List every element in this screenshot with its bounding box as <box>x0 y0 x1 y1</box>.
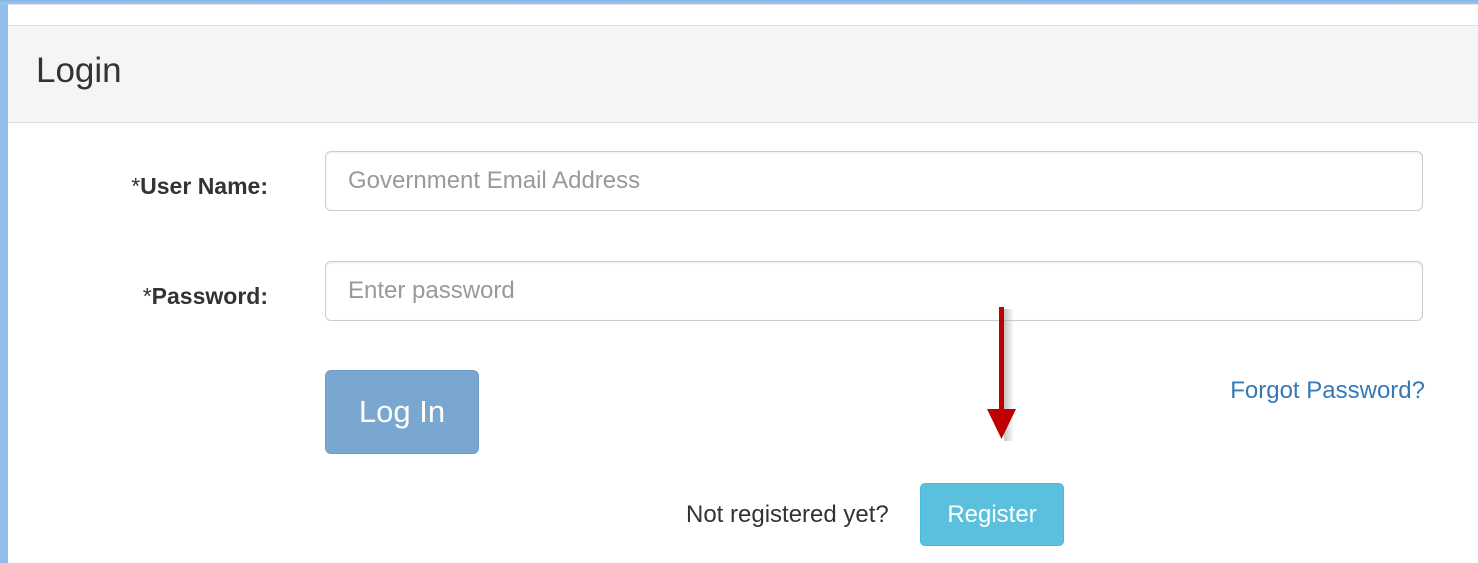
login-button[interactable]: Log In <box>325 370 479 454</box>
username-required-mark: * <box>131 173 141 199</box>
username-label: *User Name: <box>131 173 268 200</box>
login-panel: Login *User Name: *Password: Log In Forg… <box>8 4 1478 563</box>
window-frame: Login *User Name: *Password: Log In Forg… <box>0 0 1478 563</box>
password-required-mark: * <box>142 283 152 309</box>
password-input[interactable] <box>325 261 1423 321</box>
forgot-password-link[interactable]: Forgot Password? <box>1230 377 1425 405</box>
panel-header <box>8 25 1478 123</box>
register-prompt: Not registered yet? <box>686 501 889 528</box>
password-label-text: Password: <box>151 283 268 309</box>
username-input[interactable] <box>325 151 1423 211</box>
register-button[interactable]: Register <box>920 483 1064 546</box>
down-arrow-icon <box>987 307 1016 441</box>
password-label: *Password: <box>143 283 268 310</box>
panel-top-strip <box>8 5 1478 25</box>
page-title: Login <box>36 51 122 90</box>
username-label-text: User Name: <box>140 173 268 199</box>
